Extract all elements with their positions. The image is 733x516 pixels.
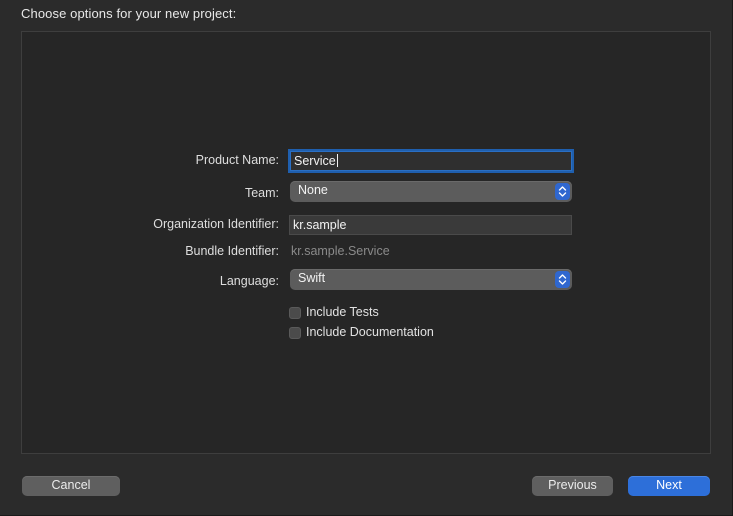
checkbox-box[interactable]	[289, 327, 301, 339]
language-label: Language:	[219, 274, 279, 288]
new-project-options-dialog: Choose options for your new project: Pro…	[0, 0, 733, 516]
product-name-field[interactable]: Service	[290, 151, 572, 171]
up-down-chevron-icon	[555, 271, 570, 288]
include-documentation-label: Include Documentation	[306, 325, 434, 339]
text-caret	[336, 154, 338, 167]
cancel-button[interactable]: Cancel	[22, 476, 120, 496]
organization-identifier-value: kr.sample	[293, 218, 347, 232]
product-name-value: Service	[294, 154, 336, 168]
language-popup-value: Swift	[298, 271, 326, 285]
organization-identifier-label: Organization Identifier:	[153, 217, 279, 231]
next-button[interactable]: Next	[628, 476, 710, 496]
bundle-identifier-value: kr.sample.Service	[291, 244, 390, 258]
options-panel	[21, 31, 711, 454]
include-tests-label: Include Tests	[306, 305, 379, 319]
language-popup-button[interactable]: Swift	[290, 269, 572, 290]
previous-button[interactable]: Previous	[532, 476, 613, 496]
product-name-label: Product Name:	[195, 153, 279, 167]
checkbox-box[interactable]	[289, 307, 301, 319]
team-popup-button[interactable]: None	[290, 181, 572, 202]
up-down-chevron-icon	[555, 183, 570, 200]
bundle-identifier-label: Bundle Identifier:	[185, 244, 279, 258]
team-label: Team:	[244, 186, 279, 200]
include-documentation-checkbox[interactable]: Include Documentation	[289, 325, 434, 339]
include-tests-checkbox[interactable]: Include Tests	[289, 305, 379, 319]
team-popup-value: None	[298, 183, 328, 197]
dialog-heading: Choose options for your new project:	[21, 6, 237, 21]
organization-identifier-field[interactable]: kr.sample	[289, 215, 572, 235]
